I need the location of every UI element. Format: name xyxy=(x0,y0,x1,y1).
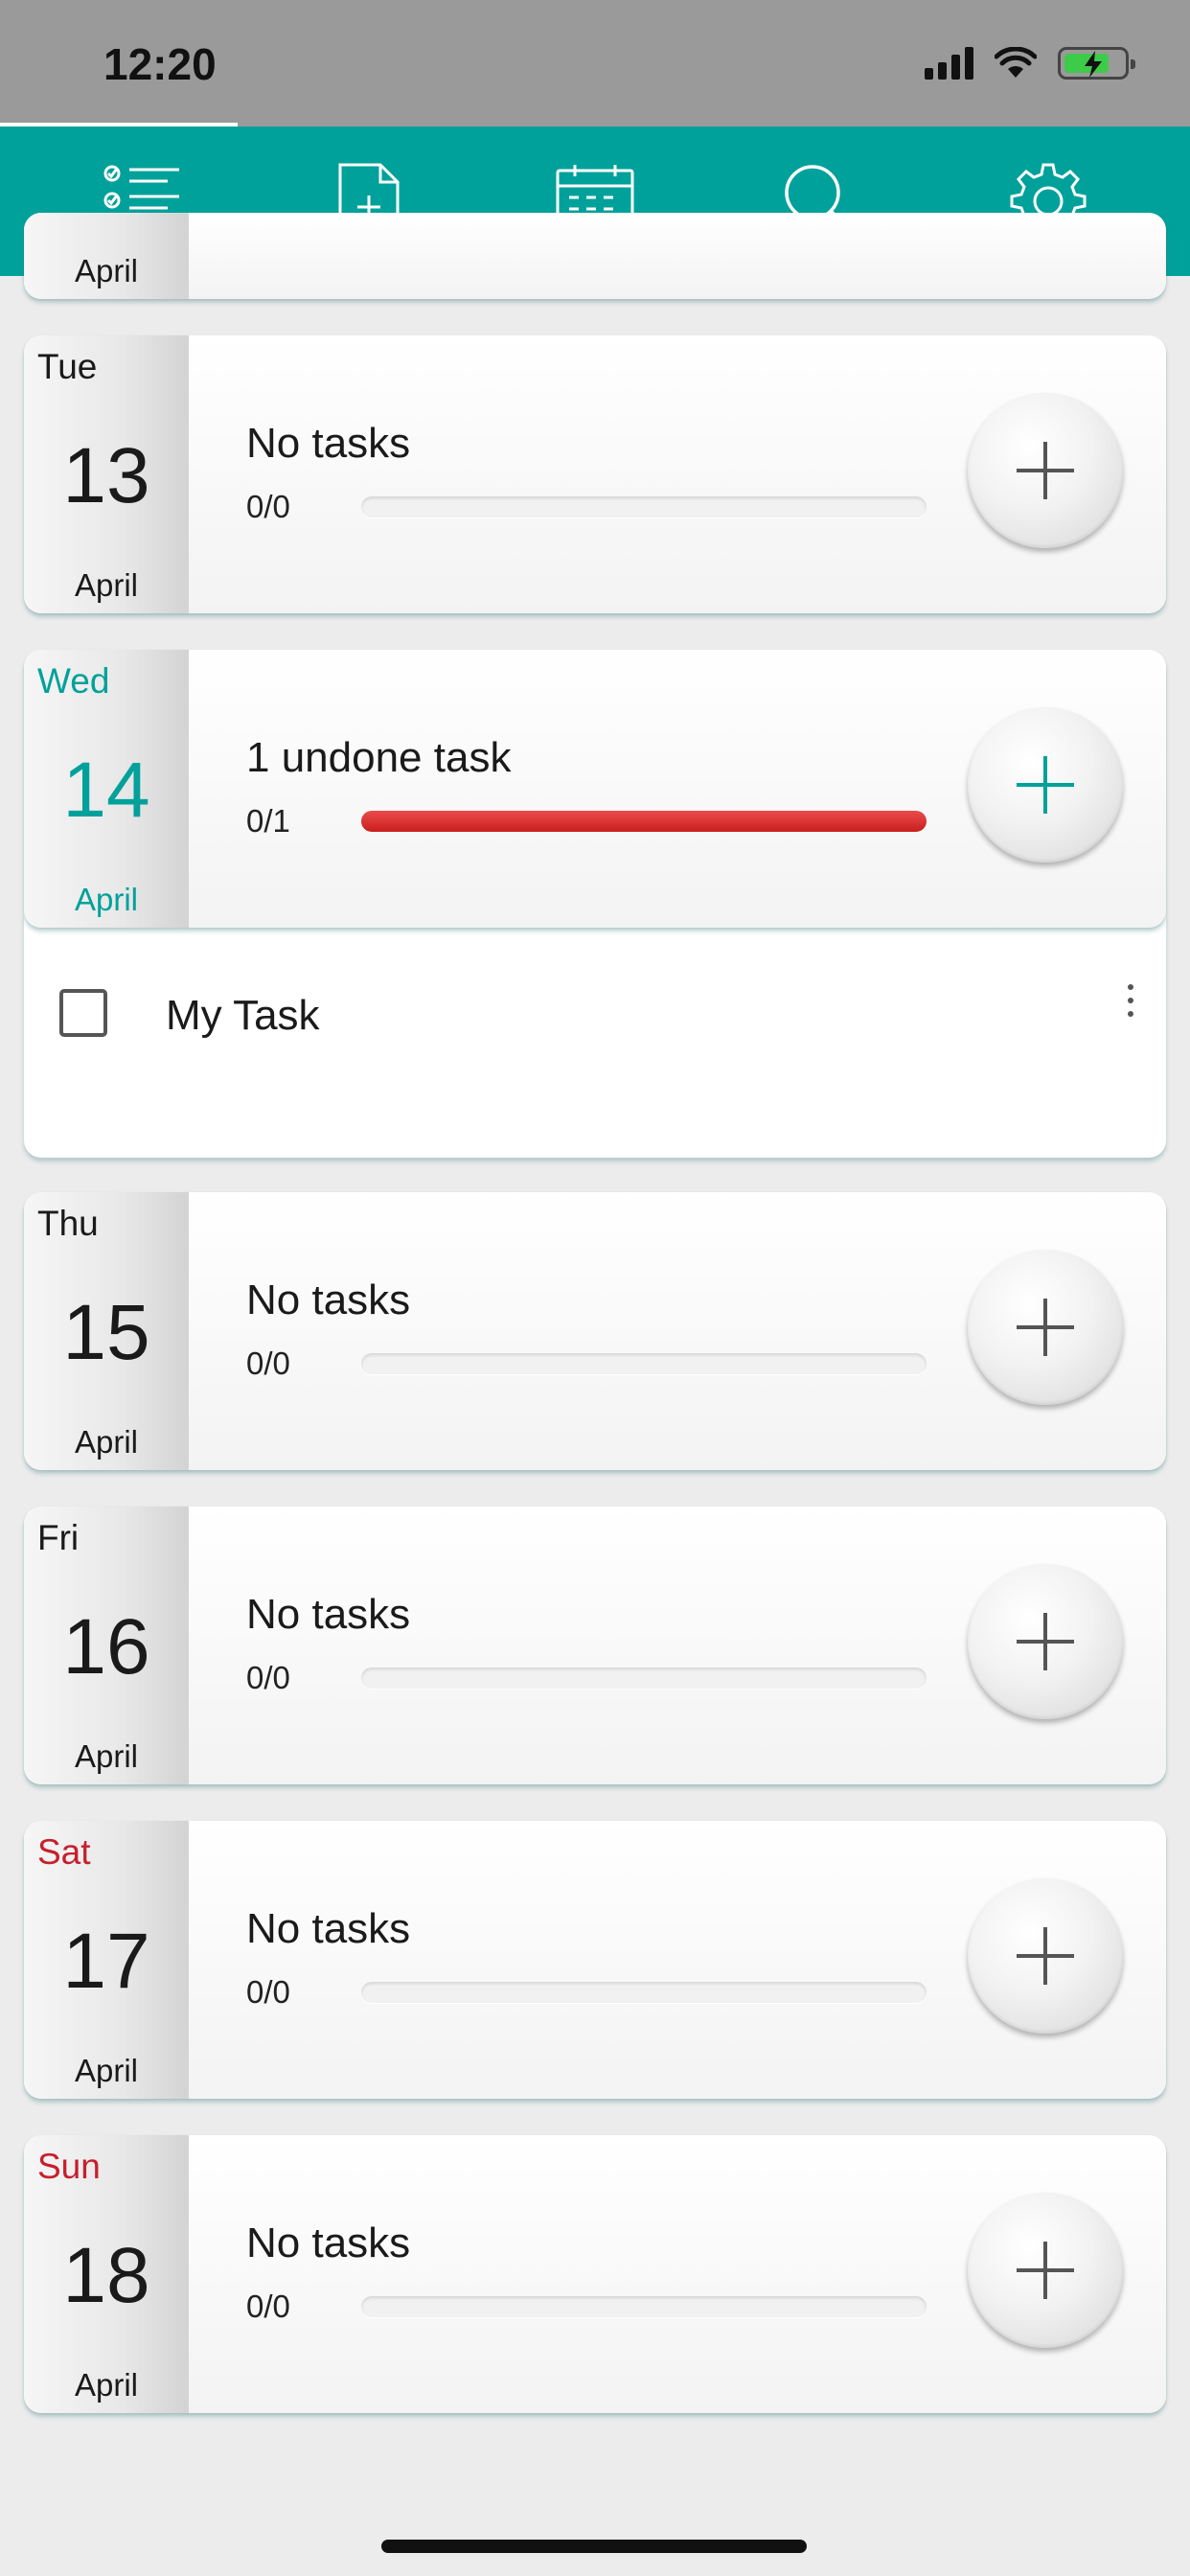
plus-icon xyxy=(1017,1927,1074,1985)
day-card[interactable]: Tue 13 April No tasks 0/0 xyxy=(24,335,1166,613)
task-summary: No tasks xyxy=(246,420,411,467)
date-column: April xyxy=(24,213,189,299)
task-summary: 1 undone task xyxy=(246,734,512,781)
day-month: April xyxy=(74,1738,139,1774)
day-weekday: Sat xyxy=(37,1832,91,1872)
add-task-button[interactable] xyxy=(968,393,1123,548)
task-summary: No tasks xyxy=(246,1591,411,1638)
plus-icon xyxy=(1017,1299,1074,1356)
task-summary: No tasks xyxy=(246,1905,411,1952)
progress-bar-fill xyxy=(361,811,927,832)
status-bar: 12:20 xyxy=(0,0,1190,128)
day-number: 15 xyxy=(62,1289,150,1376)
day-card[interactable]: Sun 18 April No tasks 0/0 xyxy=(24,2135,1166,2413)
progress-bar xyxy=(361,1982,927,2003)
day-weekday: Thu xyxy=(37,1204,99,1243)
plus-icon xyxy=(1017,1613,1074,1670)
day-weekday: Tue xyxy=(37,347,98,386)
task-list-panel: My Task xyxy=(24,915,1166,1158)
progress-bar xyxy=(361,1668,927,1689)
status-icons xyxy=(925,44,1135,82)
day-month: April xyxy=(74,2367,139,2403)
date-column: Sun 18 April xyxy=(24,2135,189,2413)
task-count: 0/0 xyxy=(246,1660,290,1695)
plus-icon xyxy=(1017,2242,1074,2299)
task-more-options-button[interactable] xyxy=(1116,984,1145,1032)
status-time: 12:20 xyxy=(103,39,217,89)
task-label[interactable]: My Task xyxy=(166,992,320,1040)
date-column: Sat 17 April xyxy=(24,1821,189,2099)
add-task-button[interactable] xyxy=(968,2193,1123,2348)
date-column: Thu 15 April xyxy=(24,1192,189,1470)
day-number: 13 xyxy=(62,432,150,519)
add-task-button[interactable] xyxy=(968,1564,1123,1719)
plus-icon xyxy=(1017,442,1074,499)
progress-bar xyxy=(361,2296,927,2317)
day-card[interactable]: Sat 17 April No tasks 0/0 xyxy=(24,1821,1166,2099)
date-column: Wed 14 April xyxy=(24,650,189,928)
task-count: 0/1 xyxy=(246,803,290,839)
day-month: April xyxy=(74,1424,139,1460)
day-weekday: Sun xyxy=(37,2147,101,2186)
day-month: April xyxy=(74,567,139,603)
plus-icon xyxy=(1017,756,1074,814)
home-indicator[interactable] xyxy=(381,2540,807,2553)
day-month: April xyxy=(74,253,139,288)
progress-bar xyxy=(361,496,927,518)
day-weekday: Fri xyxy=(37,1518,80,1557)
progress-bar xyxy=(361,811,927,832)
add-task-button[interactable] xyxy=(968,1878,1123,2034)
day-number: 16 xyxy=(62,1603,150,1690)
day-month: April xyxy=(74,882,139,917)
task-count: 0/0 xyxy=(246,489,290,524)
date-column: Fri 16 April xyxy=(24,1506,189,1784)
day-card[interactable]: Fri 16 April No tasks 0/0 xyxy=(24,1506,1166,1784)
task-summary: No tasks xyxy=(246,1276,411,1323)
task-summary: No tasks xyxy=(246,2220,411,2266)
add-task-button[interactable] xyxy=(968,707,1123,862)
day-weekday: Wed xyxy=(37,661,110,701)
task-count: 0/0 xyxy=(246,1974,290,2010)
battery-charging-icon xyxy=(1058,47,1135,80)
cellular-signal-icon xyxy=(925,47,973,80)
day-number: 14 xyxy=(62,747,150,834)
day-number: 18 xyxy=(62,2232,150,2319)
day-card-previous[interactable]: April xyxy=(24,213,1166,299)
task-count: 0/0 xyxy=(246,1346,290,1381)
add-task-button[interactable] xyxy=(968,1250,1123,1405)
day-card-selected[interactable]: Wed 14 April 1 undone task 0/1 xyxy=(24,650,1166,928)
task-count: 0/0 xyxy=(246,2288,290,2324)
date-column: Tue 13 April xyxy=(24,335,189,613)
progress-bar xyxy=(361,1353,927,1374)
day-card[interactable]: Thu 15 April No tasks 0/0 xyxy=(24,1192,1166,1470)
day-month: April xyxy=(74,2053,139,2088)
wifi-icon xyxy=(995,47,1037,78)
more-vertical-icon xyxy=(1128,984,1133,990)
task-checkbox[interactable] xyxy=(59,989,107,1037)
day-number: 17 xyxy=(62,1918,150,2005)
